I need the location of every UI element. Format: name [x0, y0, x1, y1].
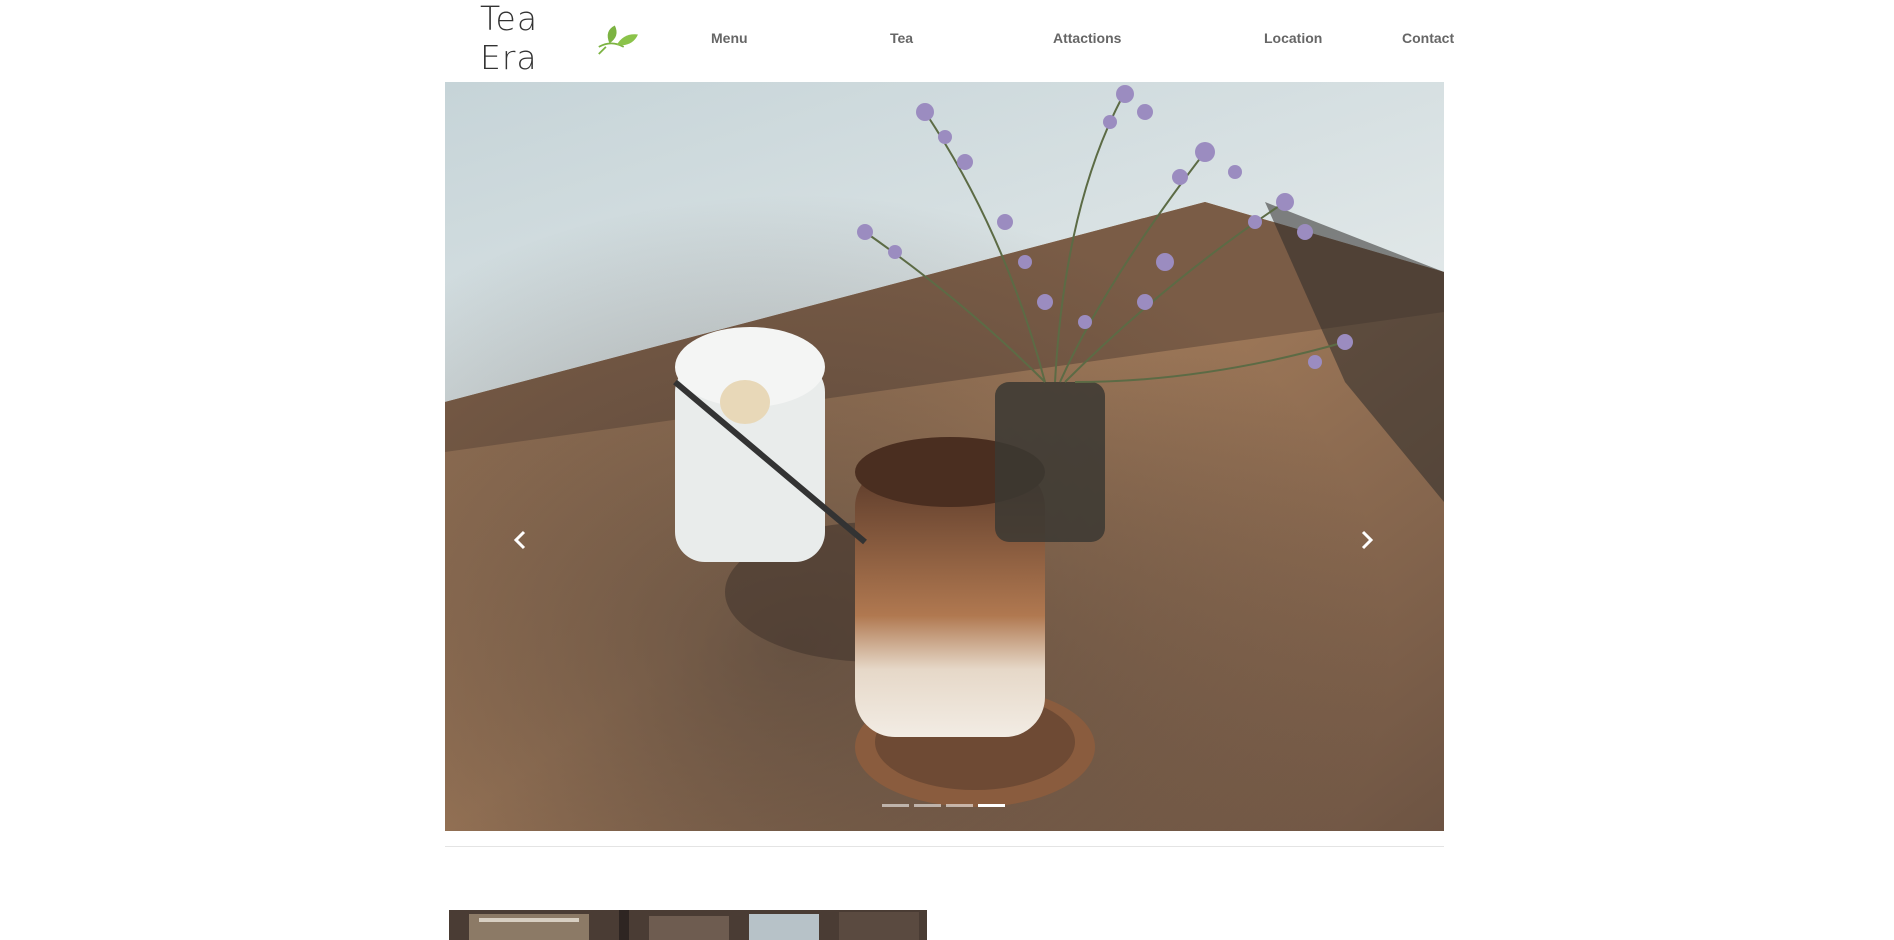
shop-interior-image — [449, 910, 927, 940]
hero-carousel[interactable] — [445, 82, 1444, 831]
carousel-indicator-2[interactable] — [914, 804, 941, 807]
nav-contact[interactable]: Contact — [1402, 30, 1454, 46]
carousel-indicator-4[interactable] — [978, 804, 1005, 807]
section-divider — [445, 846, 1444, 847]
carousel-next-button[interactable] — [1352, 522, 1382, 558]
hero-photo — [445, 82, 1444, 831]
chevron-right-icon — [1361, 530, 1374, 550]
nav-location[interactable]: Location — [1264, 30, 1322, 46]
leaf-icon — [598, 25, 639, 55]
carousel-indicator-3[interactable] — [946, 804, 973, 807]
logo-text: Tea Era — [480, 0, 539, 77]
carousel-prev-button[interactable] — [505, 522, 535, 558]
carousel-indicator-1[interactable] — [882, 804, 909, 807]
nav-tea[interactable]: Tea — [890, 30, 913, 46]
site-header: Tea Era Menu Tea Attactions Location Con… — [0, 0, 1894, 82]
nav-attractions[interactable]: Attactions — [1053, 30, 1121, 46]
nav-menu[interactable]: Menu — [711, 30, 748, 46]
carousel-indicators — [882, 804, 1005, 807]
chevron-left-icon — [513, 530, 526, 550]
brand-logo[interactable]: Tea Era — [480, 0, 640, 77]
